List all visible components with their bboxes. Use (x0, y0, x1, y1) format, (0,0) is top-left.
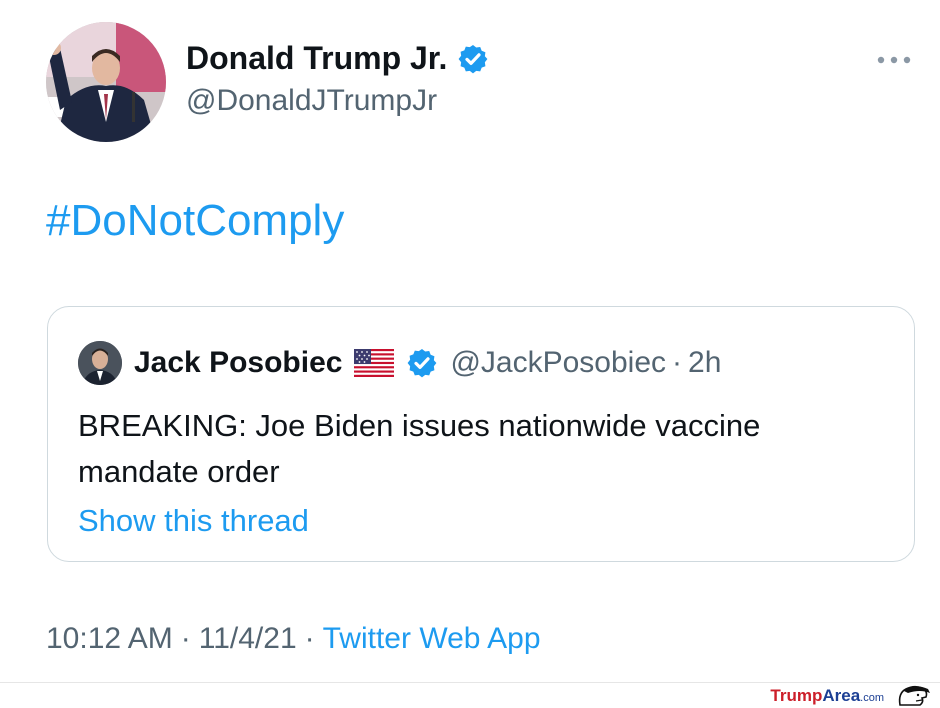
quoted-timestamp[interactable]: 2h (688, 346, 721, 380)
tweet-card: Donald Trump Jr. @DonaldJTrumpJr #DoNotC… (0, 0, 940, 682)
author-handle[interactable]: @DonaldJTrumpJr (186, 84, 437, 118)
quoted-verified-badge-icon (406, 347, 438, 379)
us-flag-icon (354, 349, 395, 377)
quoted-author-handle[interactable]: @JackPosobiec (450, 346, 666, 380)
watermark-bar: TrumpArea.com (0, 682, 940, 708)
show-thread-link[interactable]: Show this thread (78, 503, 309, 539)
verified-badge-icon (457, 43, 489, 75)
watermark-part-trump: Trump (770, 686, 823, 705)
watermark-part-area: Area (822, 686, 861, 705)
author-name[interactable]: Donald Trump Jr. (186, 40, 447, 77)
trumparea-logo-icon (894, 683, 934, 707)
tweet-date[interactable]: 11/4/21 (199, 622, 297, 655)
quoted-tweet-header: Jack Posobiec @JackPosobiec · 2h (78, 341, 721, 385)
tweet-hashtag-link[interactable]: #DoNotComply (46, 196, 344, 246)
author-avatar[interactable] (46, 22, 166, 142)
meta-separator: · (304, 622, 315, 655)
meta-separator: · (180, 622, 191, 655)
quoted-tweet-text: BREAKING: Joe Biden issues nationwide va… (78, 408, 761, 489)
more-options-icon (877, 56, 911, 64)
watermark-part-com: .com (860, 692, 884, 704)
quoted-author-name[interactable]: Jack Posobiec (134, 346, 342, 380)
tweet-time[interactable]: 10:12 AM (46, 622, 173, 655)
author-name-row: Donald Trump Jr. (186, 40, 489, 77)
quoted-author-avatar[interactable] (78, 341, 122, 385)
tweet-meta: 10:12 AM · 11/4/21 · Twitter Web App (46, 622, 541, 656)
more-options-button[interactable] (874, 50, 914, 70)
tweet-source-link[interactable]: Twitter Web App (323, 622, 541, 655)
quoted-separator: · (672, 346, 683, 379)
watermark-text: TrumpArea.com (770, 686, 884, 706)
quoted-tweet-card[interactable]: Jack Posobiec @JackPosobiec · 2h BREAKIN… (47, 306, 915, 562)
